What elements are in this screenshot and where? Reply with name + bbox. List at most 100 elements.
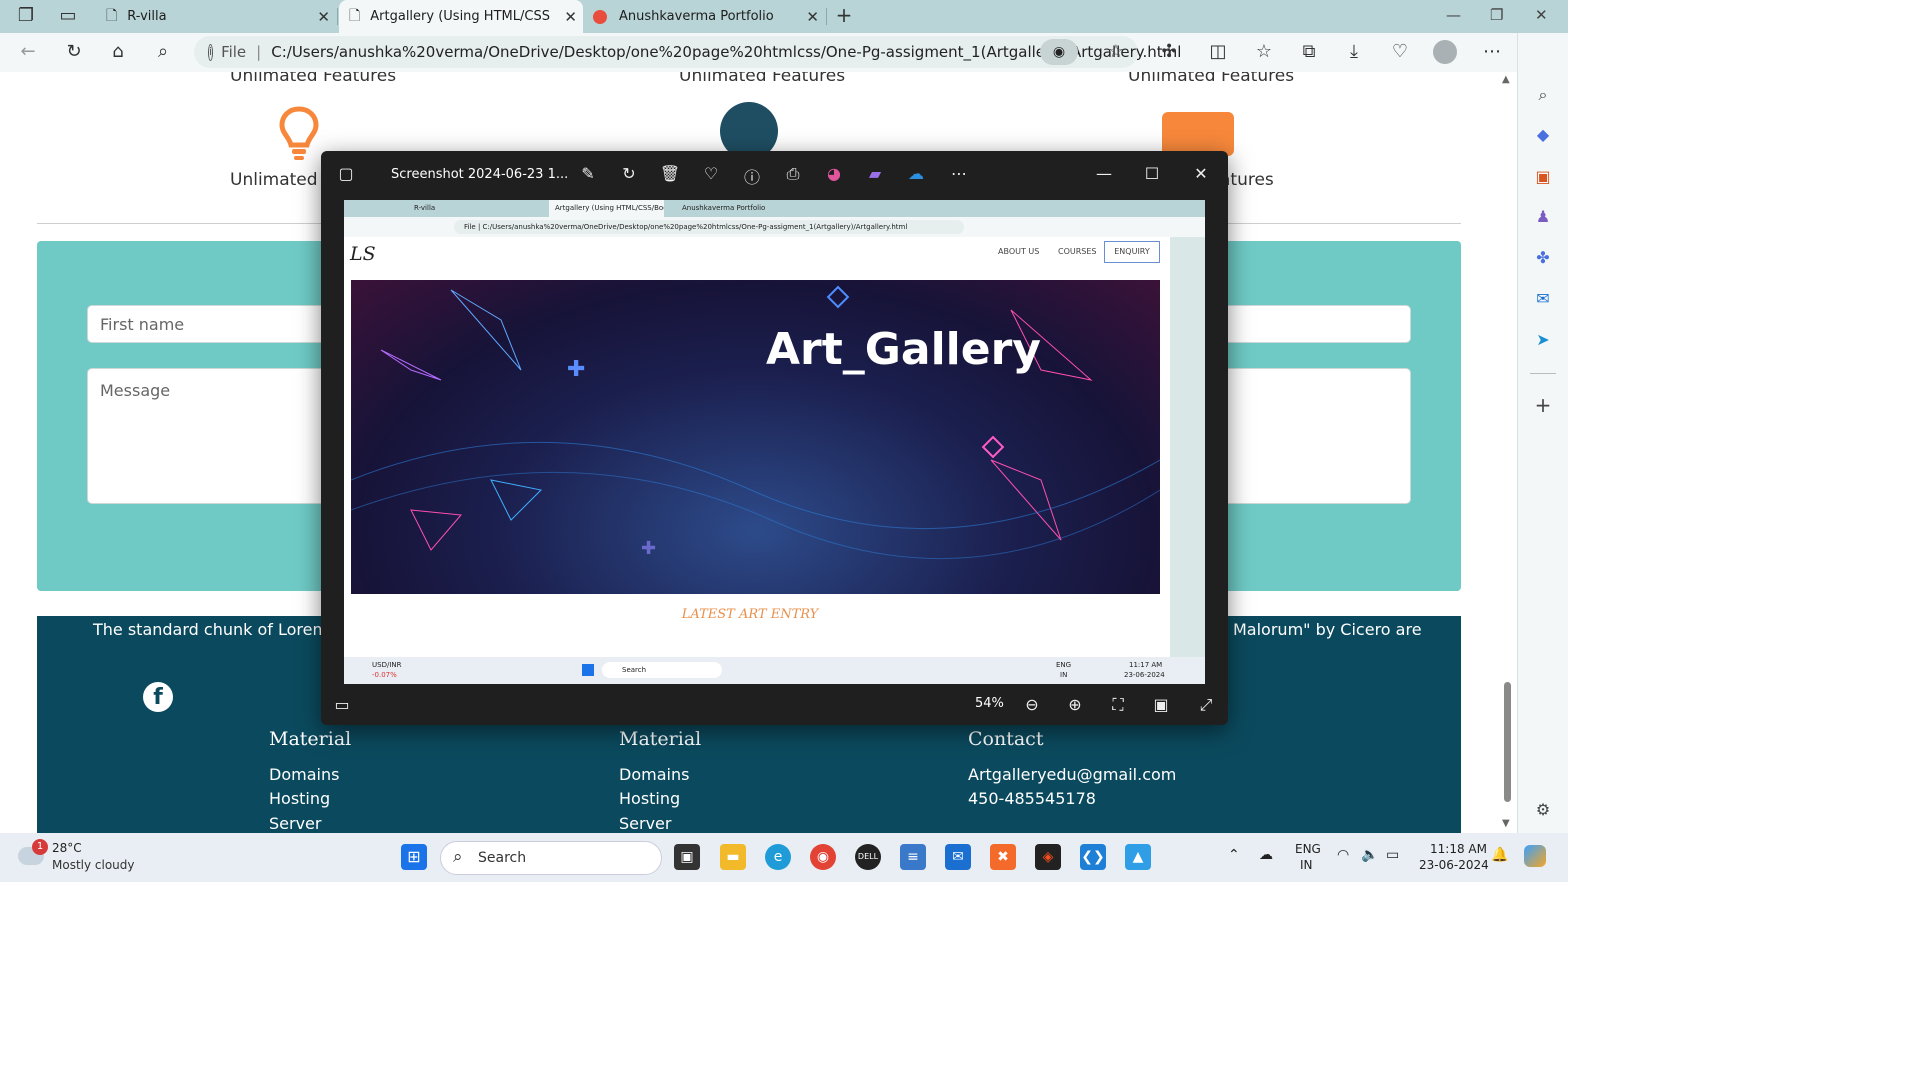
info-icon[interactable]: ⓘ	[741, 164, 763, 188]
favorites-icon[interactable]: ☆	[1252, 41, 1276, 62]
clipchamp-icon[interactable]: ▰	[864, 164, 886, 183]
designer-icon[interactable]: ◕	[823, 164, 845, 183]
notepad-icon[interactable]: ≡	[900, 844, 926, 870]
clock-time[interactable]: 11:18 AM	[1430, 842, 1487, 856]
tools-icon[interactable]: ▣	[1531, 165, 1555, 189]
zoom-out-icon[interactable]: ⊖	[1021, 695, 1043, 714]
lightbulb-icon	[279, 106, 319, 160]
back-icon[interactable]: ←	[16, 41, 40, 62]
region-label[interactable]: IN	[1300, 858, 1313, 872]
browser-essentials-icon[interactable]: ♡	[1388, 41, 1412, 62]
minimize-icon[interactable]: —	[1093, 164, 1115, 183]
delete-icon[interactable]: 🗑	[659, 164, 681, 183]
address-bar[interactable]: i File | C:/Users/anushka%20verma/OneDri…	[194, 36, 1181, 68]
close-tab-icon[interactable]: ✕	[564, 8, 577, 26]
profile-avatar-icon[interactable]	[1433, 40, 1457, 64]
onedrive-off-icon[interactable]: ☁	[905, 164, 927, 183]
weather-temp: 28°C	[52, 841, 82, 855]
edge-icon[interactable]: e	[765, 844, 791, 870]
onedrive-icon[interactable]: ☁	[1259, 847, 1273, 863]
scrollbar-thumb[interactable]	[1504, 682, 1511, 802]
split-screen-icon[interactable]: ◫	[1206, 41, 1230, 62]
search-icon[interactable]: ⌕	[151, 41, 175, 62]
footer-link[interactable]: Domains	[269, 765, 339, 784]
footer-link[interactable]: Domains	[619, 765, 689, 784]
gallery-icon[interactable]: ▢	[335, 164, 357, 183]
tab-portfolio[interactable]: Anushkaverma Portfolio ✕	[585, 0, 825, 33]
facebook-icon[interactable]: f	[143, 682, 173, 712]
new-tab-icon[interactable]: +	[832, 3, 856, 27]
games-icon[interactable]: ♟	[1531, 205, 1555, 229]
xampp-icon[interactable]: ✖	[990, 844, 1016, 870]
figma-icon[interactable]: ◈	[1035, 844, 1061, 870]
scroll-up-icon[interactable]: ▲	[1502, 74, 1510, 85]
downloads-icon[interactable]: ⤓	[1342, 41, 1366, 62]
favorite-star-icon[interactable]: ☆	[1108, 41, 1124, 62]
edit-image-icon[interactable]: ✎	[577, 164, 599, 183]
scroll-down-icon[interactable]: ▼	[1502, 818, 1510, 829]
tab-actions-icon[interactable]: ▭	[56, 5, 80, 26]
settings-icon[interactable]: ⚙	[1531, 798, 1555, 822]
fit-window-icon[interactable]: ⛶	[1107, 695, 1129, 715]
shopping-tag-icon[interactable]: ◆	[1531, 123, 1555, 147]
battery-icon[interactable]: ▭	[1386, 847, 1399, 863]
rotate-icon[interactable]: ↻	[618, 164, 640, 183]
task-view-icon[interactable]: ▣	[674, 844, 700, 870]
home-icon[interactable]: ⌂	[106, 41, 130, 62]
footer-link[interactable]: Server	[619, 814, 671, 833]
refresh-icon[interactable]: ↻	[62, 41, 86, 62]
mail-icon[interactable]: ✉	[945, 844, 971, 870]
volume-icon[interactable]: 🔈	[1361, 847, 1378, 863]
footer-link[interactable]: Server	[269, 814, 321, 833]
more-options-icon[interactable]: ⋯	[948, 164, 970, 183]
notifications-icon[interactable]: 🔔	[1491, 847, 1508, 863]
tab-separator	[826, 8, 827, 25]
m365-icon[interactable]: ✤	[1531, 246, 1555, 270]
maximize-icon[interactable]: ☐	[1141, 164, 1163, 183]
footer-link[interactable]: Hosting	[619, 789, 680, 808]
taskbar-search[interactable]: ⌕ Search	[440, 841, 662, 875]
outlook-icon[interactable]: ✉	[1531, 287, 1555, 311]
chrome-icon[interactable]: ◉	[810, 844, 836, 870]
show-hidden-icons[interactable]: ⌃	[1228, 847, 1240, 863]
close-window-icon[interactable]: ✕	[1190, 164, 1212, 183]
wifi-icon[interactable]: ◠	[1337, 847, 1349, 863]
fullscreen-icon[interactable]: ⤢	[1195, 695, 1217, 715]
contact-email[interactable]: Artgalleryedu@gmail.com	[968, 765, 1176, 784]
clock-date[interactable]: 23-06-2024	[1419, 858, 1489, 872]
photos-icon[interactable]: ▲	[1125, 844, 1151, 870]
vscode-icon[interactable]: ❮❯	[1080, 844, 1106, 870]
info-icon[interactable]: i	[208, 43, 214, 61]
close-tab-icon[interactable]: ✕	[806, 8, 819, 26]
extensions-icon[interactable]: ✣	[1157, 41, 1181, 62]
page-scrollbar[interactable]: ▲ ▼	[1500, 72, 1517, 833]
dell-icon[interactable]: DELL	[855, 844, 881, 870]
actual-size-icon[interactable]: ▣	[1150, 695, 1172, 714]
restore-icon[interactable]: ❐	[1490, 6, 1503, 24]
drop-send-icon[interactable]: ➤	[1531, 328, 1555, 352]
file-explorer-icon[interactable]: ▬	[720, 844, 746, 870]
minimize-icon[interactable]: —	[1446, 6, 1461, 24]
tab-r-villa[interactable]: 🗋 R-villa ✕	[96, 0, 336, 33]
tracking-prevention-icon[interactable]: ◉	[1040, 39, 1078, 65]
language-label[interactable]: ENG	[1295, 842, 1321, 856]
favorite-icon[interactable]: ♡	[700, 164, 722, 183]
copilot-icon[interactable]	[1524, 845, 1546, 867]
viewer-title: Screenshot 2024-06-23 1...	[391, 167, 569, 182]
more-options-icon[interactable]: ⋯	[1480, 41, 1504, 62]
search-icon[interactable]: ⌕	[1531, 83, 1555, 107]
zoom-level: 54%	[975, 696, 1004, 711]
filmstrip-icon[interactable]: ▭	[331, 695, 353, 714]
close-tab-icon[interactable]: ✕	[317, 8, 330, 26]
print-icon[interactable]: ⎙	[782, 164, 804, 184]
zoom-in-icon[interactable]: ⊕	[1064, 695, 1086, 714]
workspaces-icon[interactable]: ❐	[14, 5, 38, 26]
inner-time: 11:17 AM	[1129, 661, 1163, 669]
close-window-icon[interactable]: ✕	[1535, 6, 1548, 24]
sidebar-divider	[1530, 373, 1556, 374]
start-icon[interactable]: ⊞	[401, 844, 427, 870]
tab-artgallery[interactable]: 🗋 Artgallery (Using HTML/CSS/Boo ✕	[339, 0, 583, 33]
collections-icon[interactable]: ⧉	[1297, 41, 1321, 62]
add-icon[interactable]: +	[1531, 393, 1555, 417]
footer-link[interactable]: Hosting	[269, 789, 330, 808]
